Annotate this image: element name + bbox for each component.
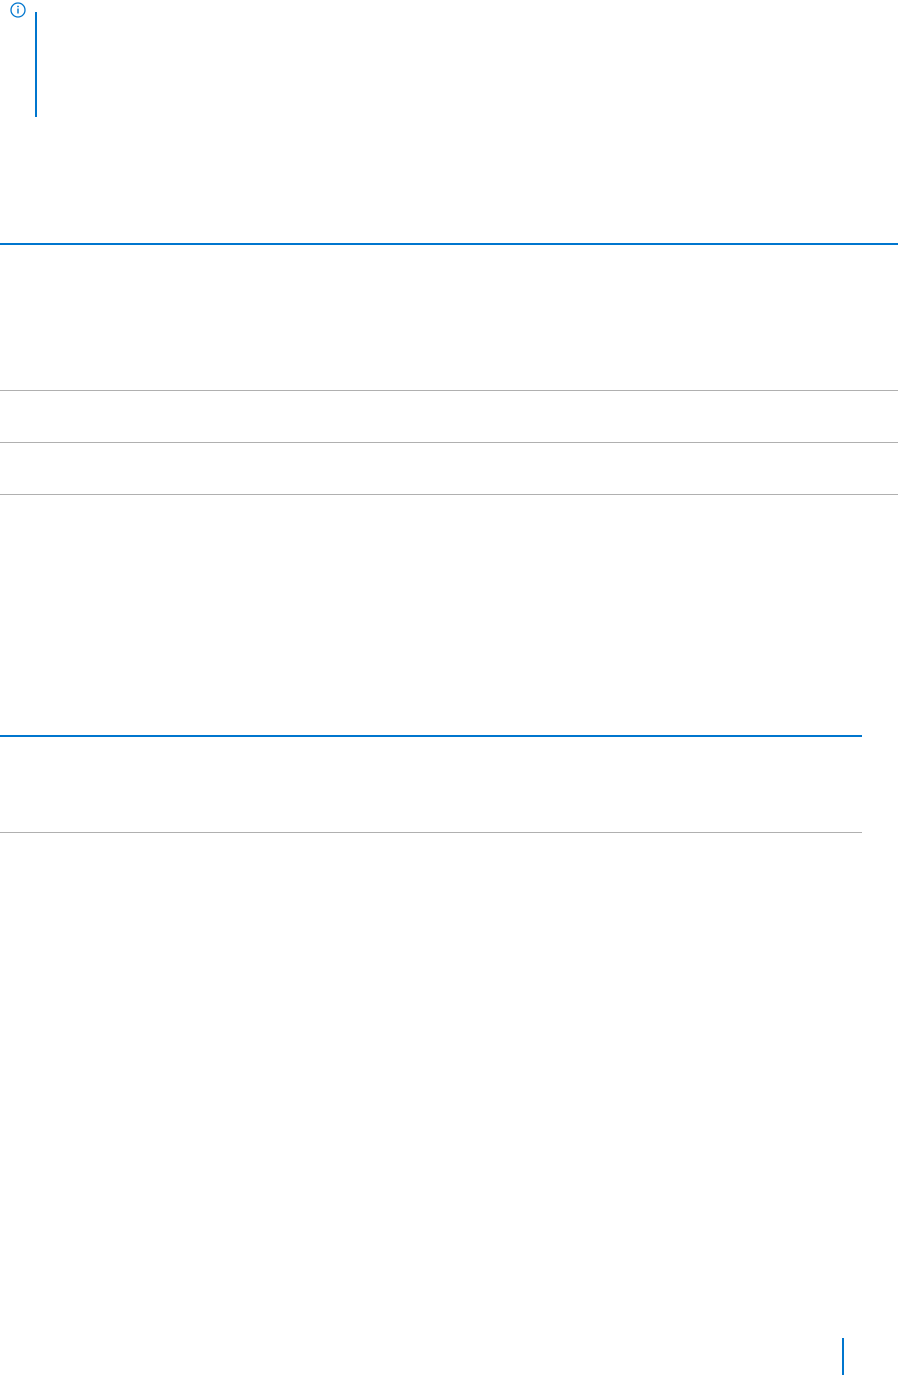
table-header-rule [0, 735, 862, 737]
table-row-divider [0, 442, 898, 443]
document-page: { "page": { "background": "#ffffff" }, "… [0, 0, 898, 1375]
table-row-divider [0, 494, 898, 495]
table-row-divider [0, 390, 898, 391]
table-row-divider [0, 832, 862, 833]
note-callout [8, 0, 48, 120]
table-1 [0, 243, 898, 495]
table-header-rule [0, 243, 898, 245]
note-accent-bar [35, 12, 37, 117]
footer-page-marker [842, 1338, 844, 1375]
info-circle-icon [9, 1, 27, 19]
table-2 [0, 735, 862, 833]
